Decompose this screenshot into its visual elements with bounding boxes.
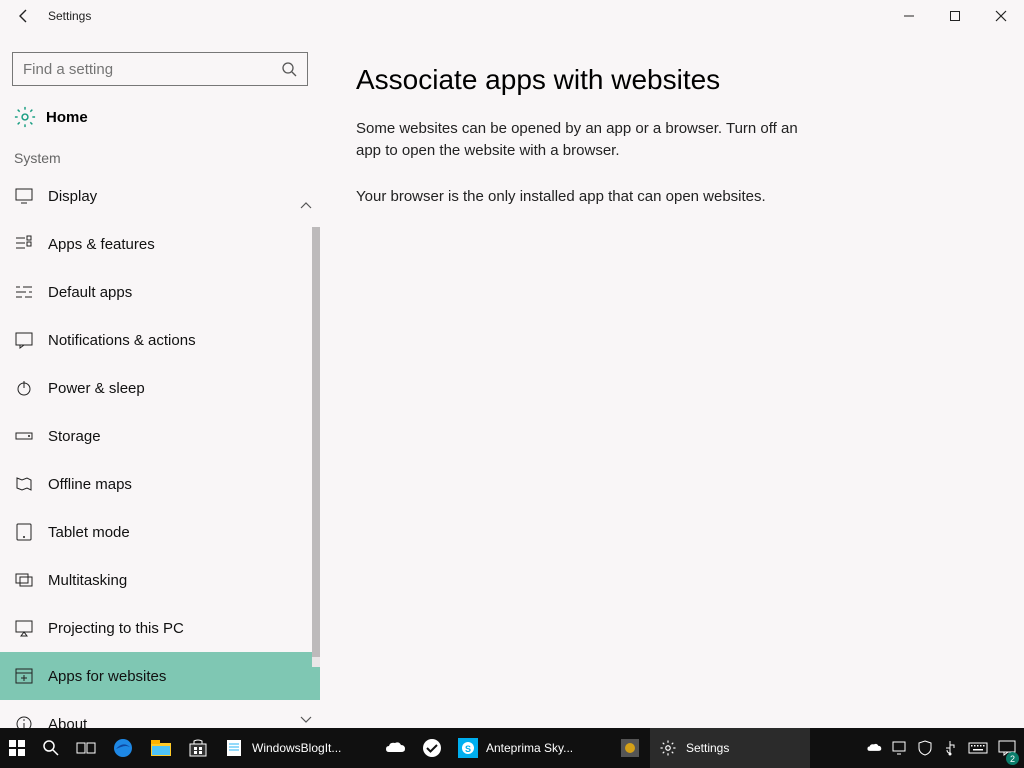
window-title: Settings (48, 9, 91, 23)
sidebar-item-multitasking[interactable]: Multitasking (0, 556, 320, 604)
tray-defender-icon[interactable] (914, 728, 936, 768)
sidebar-item-label: Default apps (48, 284, 132, 301)
taskbar-file-explorer[interactable] (142, 728, 180, 768)
taskbar-edge[interactable] (104, 728, 142, 768)
notifications-icon (14, 330, 34, 350)
multitasking-icon (14, 570, 34, 590)
scroll-thumb[interactable] (312, 227, 320, 657)
sidebar-item-offline-maps[interactable]: Offline maps (0, 460, 320, 508)
page-title: Associate apps with websites (356, 64, 988, 96)
storage-icon (14, 426, 34, 446)
tray-onedrive-icon[interactable] (862, 728, 886, 768)
section-label: System (0, 142, 320, 172)
tray-network-icon[interactable] (888, 728, 912, 768)
apps-websites-icon (14, 666, 34, 686)
taskbar-feedback[interactable] (414, 728, 450, 768)
sidebar-item-label: Offline maps (48, 476, 132, 493)
page-description: Some websites can be opened by an app or… (356, 118, 816, 162)
sidebar-item-label: Projecting to this PC (48, 620, 184, 637)
search-icon (281, 61, 297, 77)
scroll-up[interactable] (300, 202, 312, 210)
taskbar-search[interactable] (34, 728, 68, 768)
page-info: Your browser is the only installed app t… (356, 186, 816, 208)
taskbar-app-windowsblog[interactable]: WindowsBlogIt... (216, 728, 376, 768)
sidebar-item-label: Tablet mode (48, 524, 130, 541)
scroll-down[interactable] (300, 716, 312, 724)
sidebar-item-storage[interactable]: Storage (0, 412, 320, 460)
taskbar-app-label: Settings (686, 741, 729, 755)
scrollbar[interactable] (312, 227, 320, 667)
search-input[interactable] (23, 61, 263, 78)
sidebar-item-power-sleep[interactable]: Power & sleep (0, 364, 320, 412)
display-icon (14, 186, 34, 206)
sidebar-item-notifications[interactable]: Notifications & actions (0, 316, 320, 364)
sidebar-item-default-apps[interactable]: Default apps (0, 268, 320, 316)
sidebar-home[interactable]: Home (0, 100, 320, 142)
back-button[interactable] (8, 0, 40, 32)
notepad-icon (222, 736, 246, 760)
home-label: Home (46, 109, 88, 126)
gear-icon (656, 736, 680, 760)
task-view-button[interactable] (68, 728, 104, 768)
sidebar-item-label: Display (48, 188, 97, 205)
taskbar-store[interactable] (180, 728, 216, 768)
app-icon (618, 736, 642, 760)
minimize-button[interactable] (886, 0, 932, 32)
tray-usb-icon[interactable] (938, 728, 962, 768)
sidebar-item-display[interactable]: Display (0, 172, 320, 220)
close-button[interactable] (978, 0, 1024, 32)
tray-keyboard-icon[interactable] (964, 728, 992, 768)
taskbar: WindowsBlogIt... S Anteprima Sky... Sett… (0, 728, 1024, 768)
sidebar-item-label: Apps for websites (48, 668, 166, 685)
sidebar-item-tablet-mode[interactable]: Tablet mode (0, 508, 320, 556)
sidebar-item-projecting[interactable]: Projecting to this PC (0, 604, 320, 652)
sidebar-item-apps-for-websites[interactable]: Apps for websites (0, 652, 320, 700)
taskbar-app-label: Anteprima Sky... (486, 741, 573, 755)
sidebar-item-label: Power & sleep (48, 380, 145, 397)
sidebar-item-label: About (48, 716, 87, 729)
tray-action-center[interactable]: 2 (994, 728, 1020, 768)
power-icon (14, 378, 34, 398)
maximize-button[interactable] (932, 0, 978, 32)
tablet-icon (14, 522, 34, 542)
gear-icon (14, 106, 36, 128)
search-box[interactable] (12, 52, 308, 86)
taskbar-app-skype[interactable]: S Anteprima Sky... (450, 728, 610, 768)
maps-icon (14, 474, 34, 494)
sidebar-item-about[interactable]: About (0, 700, 320, 728)
taskbar-app-misc[interactable] (610, 728, 650, 768)
taskbar-onedrive[interactable] (376, 728, 414, 768)
taskbar-app-settings[interactable]: Settings (650, 728, 810, 768)
about-icon (14, 714, 34, 728)
sidebar-item-apps-features[interactable]: Apps & features (0, 220, 320, 268)
sidebar-item-label: Apps & features (48, 236, 155, 253)
start-button[interactable] (0, 728, 34, 768)
apps-features-icon (14, 234, 34, 254)
notification-badge: 2 (1006, 752, 1019, 765)
sidebar-item-label: Storage (48, 428, 101, 445)
taskbar-app-label: WindowsBlogIt... (252, 741, 341, 755)
sidebar-item-label: Notifications & actions (48, 332, 196, 349)
projecting-icon (14, 618, 34, 638)
sidebar-item-label: Multitasking (48, 572, 127, 589)
svg-text:S: S (465, 744, 471, 754)
default-apps-icon (14, 282, 34, 302)
skype-icon: S (456, 736, 480, 760)
